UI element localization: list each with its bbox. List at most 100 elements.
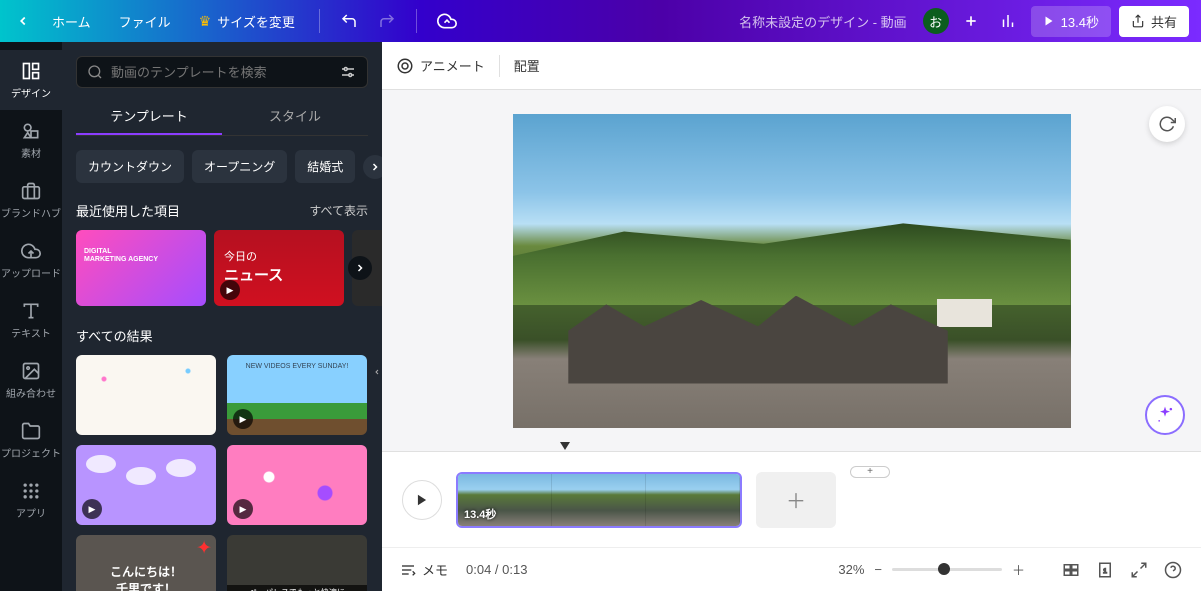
zoom-control: 32% − ＋ — [838, 560, 1025, 579]
video-clip[interactable]: 13.4秒 — [456, 472, 742, 528]
rail-design[interactable]: デザイン — [0, 50, 62, 110]
file-menu[interactable]: ファイル — [109, 6, 181, 37]
rail-background[interactable]: 組み合わせ — [0, 350, 62, 410]
canvas-toolbar: アニメート 配置 — [382, 42, 1201, 90]
rail-label: ブランドハブ — [1, 205, 61, 220]
home-link[interactable]: ホーム — [42, 6, 101, 37]
view-controls: 1 — [1061, 560, 1183, 580]
canvas-area: アニメート 配置 — [382, 42, 1201, 591]
position-button[interactable]: 配置 — [514, 56, 540, 75]
template-thumb[interactable]: ✦ — [76, 535, 216, 591]
share-icon — [1131, 14, 1145, 28]
page-view-button[interactable]: 1 — [1095, 560, 1115, 580]
search-input[interactable] — [111, 65, 339, 80]
share-label: 共有 — [1151, 12, 1177, 31]
timeline-track[interactable]: + 13.4秒 ＋ — [382, 452, 1201, 547]
pills-next-button[interactable] — [363, 155, 382, 179]
animate-button[interactable]: アニメート — [396, 56, 485, 75]
help-button[interactable] — [1163, 560, 1183, 580]
rail-brand[interactable]: ブランドハブ — [0, 170, 62, 230]
grid-view-button[interactable] — [1061, 560, 1081, 580]
topbar-right: 名称未設定のデザイン - 動画 お 13.4秒 共有 — [739, 6, 1189, 37]
side-rail: デザイン 素材 ブランドハブ アップロード テキスト 組み合わせ プロジェクト — [0, 42, 62, 591]
template-thumb[interactable]: ▶ — [76, 445, 216, 525]
fullscreen-button[interactable] — [1129, 560, 1149, 580]
rail-upload[interactable]: アップロード — [0, 230, 62, 290]
see-all-link[interactable]: すべて表示 — [309, 202, 368, 219]
resize-button[interactable]: ♛ サイズを変更 — [189, 6, 305, 37]
category-pills: カウントダウン オープニング 結婚式 — [76, 150, 368, 183]
time-display: 0:04 / 0:13 — [466, 562, 527, 577]
zoom-in-button[interactable]: ＋ — [1012, 560, 1025, 579]
cloud-save-icon[interactable] — [431, 5, 463, 37]
templates-panel: テンプレート スタイル カウントダウン オープニング 結婚式 最近使用した項目 … — [62, 42, 382, 591]
preview-button[interactable]: 13.4秒 — [1031, 6, 1111, 37]
timeline-area: + 13.4秒 ＋ メモ 0:04 / 0:13 32% — [382, 451, 1201, 591]
zoom-value: 32% — [838, 562, 864, 577]
zoom-out-button[interactable]: − — [874, 562, 882, 577]
add-member-button[interactable] — [957, 7, 985, 35]
add-scene-pill[interactable]: + — [850, 466, 890, 478]
template-thumb[interactable] — [76, 355, 216, 435]
zoom-thumb[interactable] — [938, 563, 950, 575]
template-search[interactable] — [76, 56, 368, 88]
analytics-button[interactable] — [993, 6, 1023, 36]
magic-button[interactable] — [1145, 395, 1185, 435]
chevron-right-icon — [369, 161, 381, 173]
row-next-button[interactable] — [348, 256, 372, 280]
undo-button[interactable] — [334, 6, 364, 36]
results-grid: ▶ ▶ ▶ ✦ — [76, 355, 368, 591]
notes-label: メモ — [422, 560, 448, 579]
tab-styles[interactable]: スタイル — [222, 98, 368, 135]
animate-icon — [396, 57, 414, 75]
rail-apps[interactable]: アプリ — [0, 470, 62, 530]
back-button[interactable] — [12, 10, 34, 32]
share-button[interactable]: 共有 — [1119, 6, 1189, 37]
image-icon — [20, 360, 42, 382]
rail-label: 組み合わせ — [6, 385, 56, 400]
pill-wedding[interactable]: 結婚式 — [295, 150, 355, 183]
rail-elements[interactable]: 素材 — [0, 110, 62, 170]
clip-duration-label: 13.4秒 — [464, 506, 496, 522]
timeline-play-button[interactable] — [402, 480, 442, 520]
video-frame[interactable] — [513, 114, 1071, 428]
canvas[interactable] — [382, 90, 1201, 451]
template-thumb[interactable] — [227, 535, 367, 591]
panel-tabs: テンプレート スタイル — [76, 98, 368, 136]
pill-opening[interactable]: オープニング — [192, 150, 287, 183]
main: デザイン 素材 ブランドハブ アップロード テキスト 組み合わせ プロジェクト — [0, 42, 1201, 591]
playhead[interactable] — [560, 442, 570, 452]
regenerate-button[interactable] — [1149, 106, 1185, 142]
svg-text:1: 1 — [1103, 568, 1107, 575]
filter-icon[interactable] — [339, 63, 357, 81]
document-title[interactable]: 名称未設定のデザイン - 動画 — [739, 12, 907, 31]
redo-button[interactable] — [372, 6, 402, 36]
pill-countdown[interactable]: カウントダウン — [76, 150, 184, 183]
top-bar: ホーム ファイル ♛ サイズを変更 名称未設定のデザイン - 動画 お 13.4… — [0, 0, 1201, 42]
tab-templates[interactable]: テンプレート — [76, 98, 222, 135]
shapes-icon — [20, 120, 42, 142]
notes-button[interactable]: メモ — [400, 560, 448, 579]
clip-wrapper: + 13.4秒 — [456, 472, 742, 528]
template-thumb[interactable]: ▶ — [227, 355, 367, 435]
recent-row: ▶ — [76, 230, 368, 306]
animate-label: アニメート — [420, 56, 485, 75]
scene-decoration — [937, 299, 993, 327]
add-page-button[interactable]: ＋ — [756, 472, 836, 528]
apps-icon — [20, 480, 42, 502]
clip-frame — [552, 474, 646, 526]
play-badge-icon: ▶ — [233, 499, 253, 519]
template-thumb[interactable]: ▶ — [214, 230, 344, 306]
rail-projects[interactable]: プロジェクト — [0, 410, 62, 470]
zoom-slider[interactable] — [892, 568, 1002, 571]
results-title: すべての結果 — [76, 326, 153, 345]
recent-title: 最近使用した項目 — [76, 201, 180, 220]
play-badge-icon: ▶ — [220, 280, 240, 300]
text-icon — [20, 300, 42, 322]
template-thumb[interactable]: ▶ — [227, 445, 367, 525]
avatar[interactable]: お — [923, 8, 949, 34]
rail-text[interactable]: テキスト — [0, 290, 62, 350]
template-thumb[interactable] — [76, 230, 206, 306]
collapse-panel-button[interactable] — [371, 342, 382, 402]
rail-label: 素材 — [21, 145, 41, 160]
